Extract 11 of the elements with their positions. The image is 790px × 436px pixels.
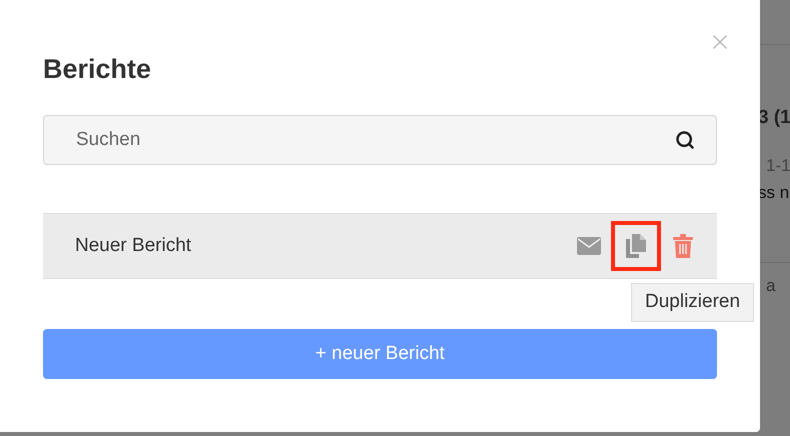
search-icon[interactable] [675,130,695,150]
report-row[interactable]: Neuer Bericht [43,213,717,279]
copy-icon[interactable] [626,234,646,258]
dialog-title: Berichte [43,53,152,86]
envelope-icon[interactable] [577,237,601,255]
trash-icon[interactable] [673,234,693,258]
background-text: a [765,275,776,297]
tooltip: Duplizieren [631,283,754,322]
report-name: Neuer Bericht [75,234,192,258]
search-field[interactable]: Suchen [43,115,717,165]
background-text: 1-1 [765,154,790,176]
